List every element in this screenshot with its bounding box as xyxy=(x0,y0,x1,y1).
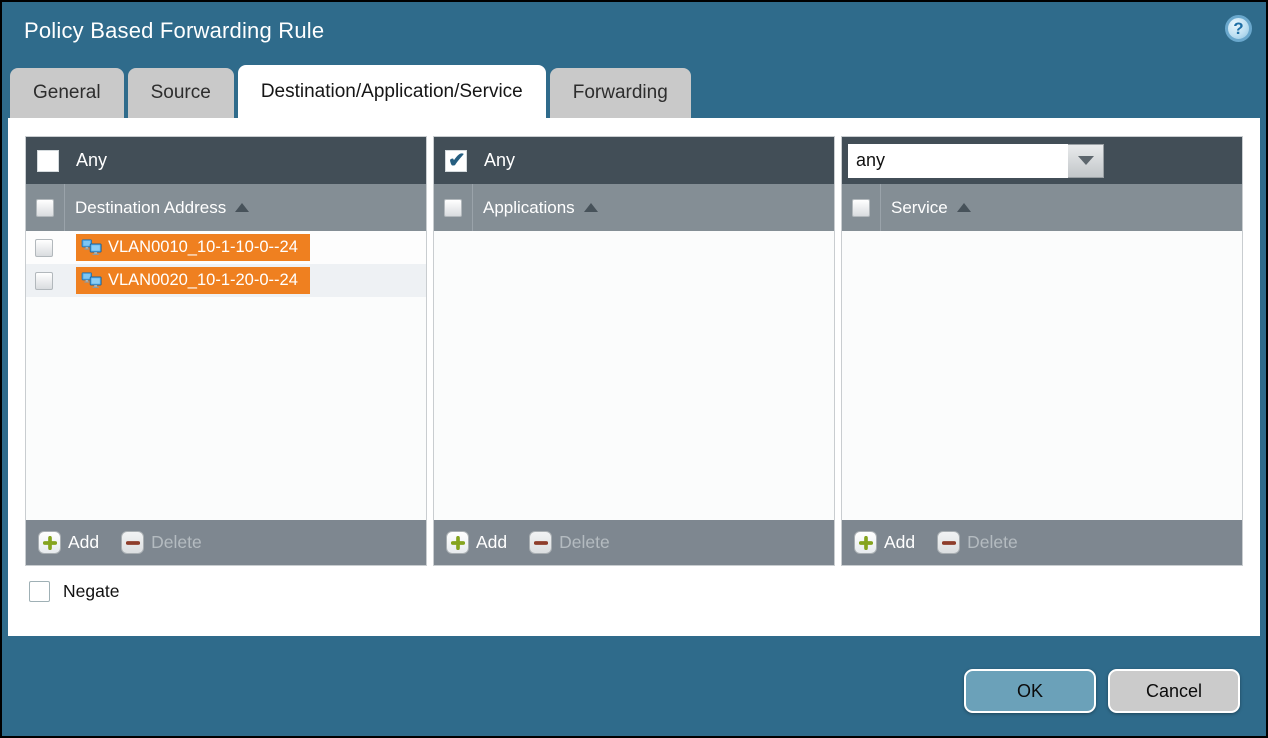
applications-column: Any Applications Add xyxy=(433,136,835,566)
add-button-label: Add xyxy=(476,532,507,553)
service-column-header: Service xyxy=(842,184,1242,231)
delete-button-label: Delete xyxy=(967,532,1018,553)
sort-asc-icon[interactable] xyxy=(957,203,971,212)
negate-checkbox[interactable] xyxy=(29,581,50,602)
destination-address-column: Any Destination Address xyxy=(25,136,427,566)
tab-destination-application-service[interactable]: Destination/Application/Service xyxy=(238,65,546,118)
applications-list xyxy=(434,231,834,520)
applications-any-checkbox[interactable] xyxy=(445,150,467,172)
applications-select-all-checkbox[interactable] xyxy=(444,199,462,217)
ok-button[interactable]: OK xyxy=(964,669,1096,713)
help-icon[interactable]: ? xyxy=(1225,15,1252,42)
tab-general[interactable]: General xyxy=(10,68,124,118)
service-dropdown-button[interactable] xyxy=(1068,144,1104,178)
add-icon xyxy=(446,531,469,554)
destination-footer-toolbar: Add Delete xyxy=(26,520,426,565)
destination-column-header: Destination Address xyxy=(26,184,426,231)
destination-address-row[interactable]: VLAN0020_10-1-20-0--24 xyxy=(26,264,426,297)
service-dropdown-bar xyxy=(842,137,1242,184)
destination-add-button[interactable]: Add xyxy=(38,531,99,554)
destination-select-all-checkbox[interactable] xyxy=(36,199,54,217)
sort-asc-icon[interactable] xyxy=(235,203,249,212)
sort-asc-icon[interactable] xyxy=(584,203,598,212)
address-object-chip[interactable]: VLAN0020_10-1-20-0--24 xyxy=(76,267,310,294)
delete-icon xyxy=(529,531,552,554)
applications-any-label: Any xyxy=(484,150,515,171)
service-dropdown-input[interactable] xyxy=(848,144,1068,178)
destination-any-checkbox[interactable] xyxy=(37,150,59,172)
service-list xyxy=(842,231,1242,520)
address-item-label: VLAN0020_10-1-20-0--24 xyxy=(108,271,298,290)
network-icon xyxy=(81,239,102,256)
destination-address-row[interactable]: VLAN0010_10-1-10-0--24 xyxy=(26,231,426,264)
applications-any-bar: Any xyxy=(434,137,834,184)
applications-column-header: Applications xyxy=(434,184,834,231)
service-select-all-checkbox[interactable] xyxy=(852,199,870,217)
destination-address-list: VLAN0010_10-1-10-0--24 VLAN0020_10-1-20-… xyxy=(26,231,426,520)
destination-delete-button[interactable]: Delete xyxy=(121,531,202,554)
dialog-action-buttons: OK Cancel xyxy=(964,669,1240,713)
applications-header-label[interactable]: Applications xyxy=(483,198,575,218)
row-checkbox[interactable] xyxy=(35,272,53,290)
delete-button-label: Delete xyxy=(559,532,610,553)
question-mark-glyph: ? xyxy=(1233,20,1243,37)
cancel-button[interactable]: Cancel xyxy=(1108,669,1240,713)
add-icon xyxy=(854,531,877,554)
destination-any-label: Any xyxy=(76,150,107,171)
service-column: Service Add Delete xyxy=(841,136,1243,566)
tab-content-panel: Any Destination Address xyxy=(8,118,1260,636)
applications-delete-button[interactable]: Delete xyxy=(529,531,610,554)
destination-header-checkbox-cell xyxy=(26,184,65,231)
chevron-down-icon xyxy=(1078,156,1094,165)
address-object-chip[interactable]: VLAN0010_10-1-10-0--24 xyxy=(76,234,310,261)
service-header-label[interactable]: Service xyxy=(891,198,948,218)
negate-label: Negate xyxy=(63,581,119,602)
service-add-button[interactable]: Add xyxy=(854,531,915,554)
tab-bar: General Source Destination/Application/S… xyxy=(10,65,691,118)
delete-icon xyxy=(937,531,960,554)
add-icon xyxy=(38,531,61,554)
service-footer-toolbar: Add Delete xyxy=(842,520,1242,565)
service-header-checkbox-cell xyxy=(842,184,881,231)
delete-icon xyxy=(121,531,144,554)
negate-row: Negate xyxy=(29,581,119,602)
applications-footer-toolbar: Add Delete xyxy=(434,520,834,565)
destination-header-label[interactable]: Destination Address xyxy=(75,198,226,218)
applications-add-button[interactable]: Add xyxy=(446,531,507,554)
columns-container: Any Destination Address xyxy=(25,136,1243,566)
policy-based-forwarding-rule-dialog: Policy Based Forwarding Rule ? General S… xyxy=(0,0,1268,738)
add-button-label: Add xyxy=(68,532,99,553)
network-icon xyxy=(81,272,102,289)
row-checkbox[interactable] xyxy=(35,239,53,257)
address-item-label: VLAN0010_10-1-10-0--24 xyxy=(108,238,298,257)
applications-header-checkbox-cell xyxy=(434,184,473,231)
destination-any-bar: Any xyxy=(26,137,426,184)
service-delete-button[interactable]: Delete xyxy=(937,531,1018,554)
delete-button-label: Delete xyxy=(151,532,202,553)
dialog-title: Policy Based Forwarding Rule xyxy=(24,18,324,44)
tab-forwarding[interactable]: Forwarding xyxy=(550,68,691,118)
add-button-label: Add xyxy=(884,532,915,553)
tab-source[interactable]: Source xyxy=(128,68,234,118)
